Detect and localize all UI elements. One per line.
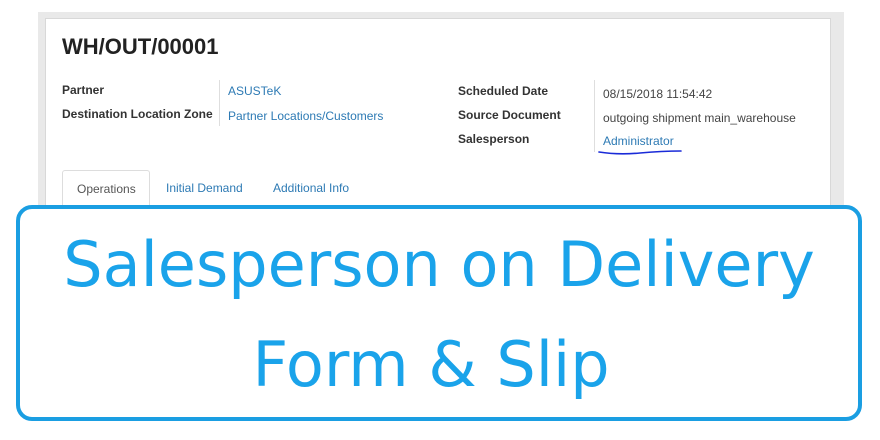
scheduled-date-value[interactable]: 08/15/2018 11:54:42 — [603, 87, 712, 101]
salesperson-label: Salesperson — [458, 132, 530, 146]
tab-additional-info[interactable]: Additional Info — [259, 170, 363, 206]
salesperson-link[interactable]: Administrator — [603, 134, 674, 148]
tab-initial-demand[interactable]: Initial Demand — [152, 170, 257, 206]
destination-location-zone-link[interactable]: Partner Locations/Customers — [228, 109, 383, 123]
promo-banner: Salesperson on Delivery Form & Slip — [16, 205, 862, 421]
tab-operations[interactable]: Operations — [62, 170, 150, 206]
source-document-label: Source Document — [458, 108, 561, 122]
scheduled-date-label: Scheduled Date — [458, 84, 549, 98]
banner-headline-line-2: Form & Slip — [252, 328, 610, 401]
record-title: WH/OUT/00001 — [62, 34, 219, 59]
source-document-value[interactable]: outgoing shipment main_warehouse — [603, 111, 796, 125]
field-divider — [219, 80, 220, 126]
annotation-underline — [598, 150, 682, 155]
notebook-tabs: Operations Initial Demand Additional Inf… — [62, 170, 822, 206]
destination-location-zone-label: Destination Location Zone — [62, 107, 213, 121]
partner-label: Partner — [62, 83, 105, 97]
banner-headline-line-1: Salesperson on Delivery — [63, 228, 815, 301]
field-divider — [594, 80, 595, 152]
partner-link[interactable]: ASUSTeK — [228, 84, 281, 98]
